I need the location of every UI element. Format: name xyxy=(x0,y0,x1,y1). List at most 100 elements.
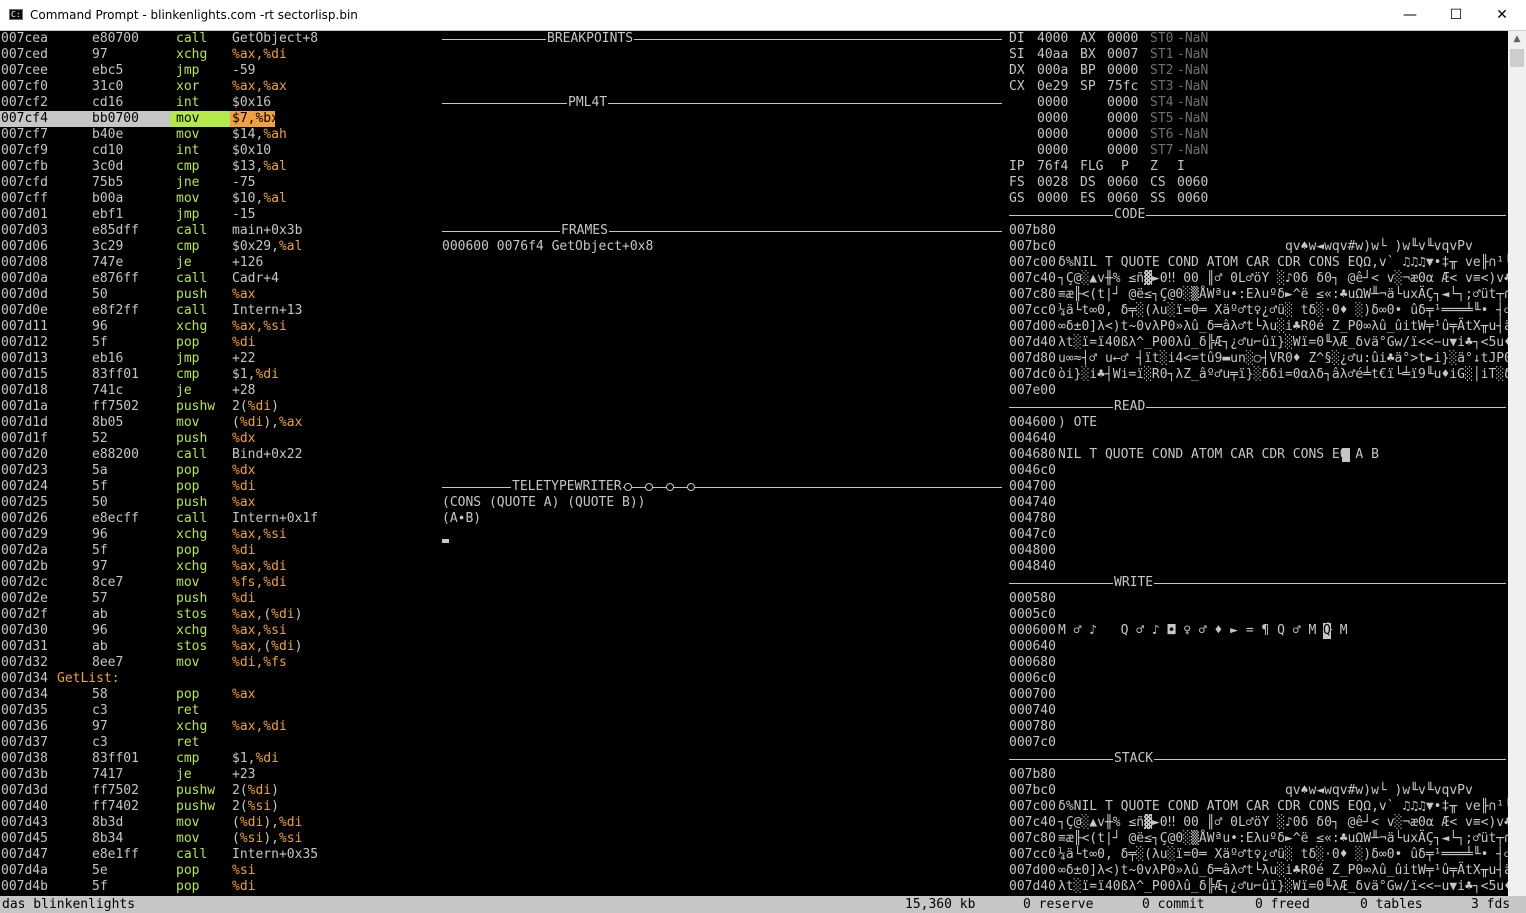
disasm-operands: %ax,(%di) xyxy=(232,607,302,623)
memory-bytes: M ♂ ♪ Q ♂ ♪ ◘ ♀ ♂ ♦ ► = ¶ Q ♂ M └ M xyxy=(1058,623,1356,638)
minimize-button[interactable]: — xyxy=(1387,0,1433,30)
maximize-button[interactable]: ☐ xyxy=(1433,0,1479,30)
disasm-address: 007ced xyxy=(1,47,48,62)
memory-address: 007b80 xyxy=(1009,767,1056,782)
disasm-operands: %ax xyxy=(232,687,255,703)
memory-address: 000580 xyxy=(1009,591,1056,606)
register-cell: -NaN xyxy=(1177,47,1209,62)
disasm-hex: e876ff xyxy=(92,271,139,286)
register-cell: ST0 xyxy=(1150,31,1174,46)
register-cell: DI xyxy=(1009,31,1025,46)
disasm-mnemonic: xchg xyxy=(176,47,208,62)
memory-bytes: NIL T QUOTE COND ATOM CAR CDR CONS EQ A … xyxy=(1058,447,1379,462)
read-rule xyxy=(1009,407,1506,408)
disasm-operand: $14, xyxy=(232,127,264,142)
memory-address: 004780 xyxy=(1009,511,1056,526)
disasm-address: 007d08 xyxy=(1,255,48,270)
disasm-address: 007cf7 xyxy=(1,127,48,142)
scroll-up-arrow-icon[interactable]: ▲ xyxy=(1508,31,1526,48)
stack-rule xyxy=(1009,759,1506,760)
disasm-operands: %ax,%di xyxy=(232,719,287,735)
disasm-address: 007cfb xyxy=(1,159,48,174)
disasm-operand: %si xyxy=(278,831,303,846)
memory-address: 007c80 xyxy=(1009,287,1056,302)
memory-bytes: ∞δ±0]λ<)t~0vλP0»λû_δ═âλ♂t└λu░i♣R0é Z_P0∞… xyxy=(1058,863,1526,878)
disasm-operand: $1, xyxy=(232,751,256,766)
scrollbar-thumb[interactable] xyxy=(1510,49,1524,67)
disasm-hex: 8ee7 xyxy=(92,655,124,670)
disasm-address: 007d40 xyxy=(1,799,48,814)
disasm-hex: 57 xyxy=(92,591,108,606)
disasm-hex: 7417 xyxy=(92,767,124,782)
disasm-hex: e85dff xyxy=(92,223,139,238)
memory-address: 0046c0 xyxy=(1009,463,1056,478)
memory-address: 007c80 xyxy=(1009,831,1056,846)
disasm-operands: Intern+0x1f xyxy=(232,511,318,527)
memory-bytes: ¼ä└t∞0, δ╤░(λu░ï=0═ Xäº♂t♀¿♂ü░ tδ░·0♦ ░)… xyxy=(1058,303,1526,318)
disasm-hex: 747e xyxy=(92,255,124,270)
disasm-operands: (%di),%ax xyxy=(232,415,302,431)
disasm-operands: (%si),%si xyxy=(232,831,302,847)
disasm-operand: +22 xyxy=(232,351,256,366)
console-area[interactable]: 007cea e80700 call GetObject+8 007ced 97 xchg%… xyxy=(0,31,1526,896)
disasm-operand: %ax,%di xyxy=(232,47,287,62)
disasm-operand: %ax,%di xyxy=(232,719,287,734)
disasm-hex: ff7502 xyxy=(92,783,139,798)
disasm-operand: %di xyxy=(239,815,264,830)
disasm-mnemonic: cmp xyxy=(176,239,200,254)
disasm-hex: 5f xyxy=(92,543,108,558)
register-cell: 0000 xyxy=(1107,31,1139,46)
memory-bytes: λt░ï=ï40ßλ^_P00λû_δ╠Æ┐¿♂u⌐ûï}░Wï=0╙λÆ_δv… xyxy=(1058,335,1526,350)
disasm-address: 007d34 xyxy=(1,671,48,686)
disasm-address: 007d4a xyxy=(1,863,48,878)
disasm-operand: main+0x3b xyxy=(232,223,303,238)
disasm-mnemonic: mov xyxy=(176,127,200,142)
disasm-mnemonic: stos xyxy=(176,607,208,622)
disasm-hex: 8ce7 xyxy=(92,575,124,590)
register-cell: ST2 xyxy=(1150,63,1174,78)
disasm-address: 007d06 xyxy=(1,239,48,254)
memory-address: 000680 xyxy=(1009,655,1056,670)
memory-bytes: ┐Ç@░▲v╫% ≤ñ▓►0‼ 00 ║♂ 0L♂öY ░♪0δ δ0┐ @ê┘… xyxy=(1058,815,1526,830)
register-cell: 0000 xyxy=(1037,143,1069,158)
disasm-operand: ) xyxy=(294,639,303,654)
memory-address: 007e00 xyxy=(1009,383,1056,398)
disasm-operand: +23 xyxy=(232,767,256,782)
disasm-operands: %si xyxy=(232,863,255,879)
memory-address: 0005c0 xyxy=(1009,607,1056,622)
disasm-hex: 3c0d xyxy=(92,159,124,174)
disasm-hex: 97 xyxy=(92,719,108,734)
disasm-operand: ) xyxy=(271,799,279,814)
disasm-operands: $0x29,%al xyxy=(232,239,302,255)
memory-bytes: ≡æ╟<(t|┘ @ë≤┐Ç@0░▒ÅWªu•:Eλuºδ►^ë ≤«:♣uΩW… xyxy=(1058,287,1526,302)
disasm-mnemonic: mov xyxy=(176,575,200,590)
disasm-address: 007d32 xyxy=(1,655,48,670)
disasm-address: 007d45 xyxy=(1,831,48,846)
register-cell: SS xyxy=(1150,191,1166,206)
disasm-operand: %di xyxy=(255,367,279,382)
memory-address: 000700 xyxy=(1009,687,1056,702)
register-cell: 0000 xyxy=(1107,127,1139,142)
frame-row: 000600 0076f4 GetObject+0x8 xyxy=(442,239,654,254)
register-cell: BX xyxy=(1080,47,1096,62)
register-cell: 0000 xyxy=(1107,95,1139,110)
disasm-hex: 8b34 xyxy=(92,831,124,846)
disasm-hex: 75b5 xyxy=(92,175,124,190)
disasm-address: 007d1d xyxy=(1,415,48,430)
memory-bytes: qv♠w◄wqv#w)w└ )w╙v╙vqvPv xyxy=(1058,783,1473,798)
terminal-icon[interactable]: C: xyxy=(9,9,23,20)
status-kb: 15,360 kb xyxy=(905,897,976,912)
close-button[interactable]: ✕ xyxy=(1479,0,1525,30)
status-reserve: 0 reserve xyxy=(1023,897,1094,912)
disasm-address: 007d25 xyxy=(1,495,48,510)
disasm-operand: %di xyxy=(232,879,256,894)
memory-bytes: ≡æ╟<(t|┘ @ë≤┐Ç@0░▒ÅWªu•:Eλuºδ►^ë ≤«:♣uΩW… xyxy=(1058,831,1526,846)
disasm-operands: %ax,%ax xyxy=(232,79,287,95)
disasm-operand: %ax xyxy=(232,495,256,510)
disasm-address: 007d13 xyxy=(1,351,48,366)
disasm-operand: $1, xyxy=(232,367,256,382)
disasm-operand: %di xyxy=(239,415,264,430)
register-cell: ES xyxy=(1080,191,1096,206)
disasm-mnemonic: int xyxy=(176,143,200,158)
vertical-scrollbar[interactable]: ▲ xyxy=(1508,31,1526,896)
